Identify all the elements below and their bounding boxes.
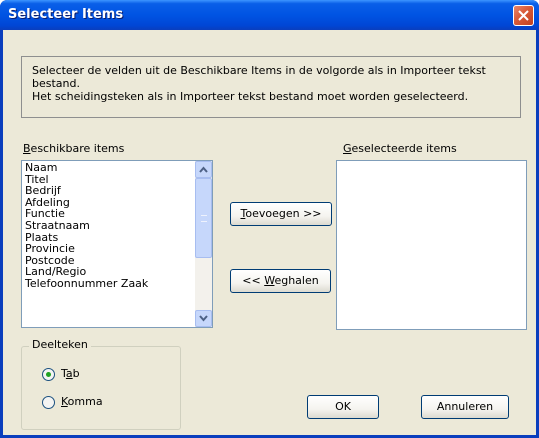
add-button[interactable]: Toevoegen >>: [230, 202, 332, 226]
dialog-window: Selecteer Items Selecteer de velden uit …: [0, 0, 539, 438]
title-bar[interactable]: Selecteer Items: [0, 0, 539, 30]
separator-group-title: Deelteken: [29, 338, 91, 351]
separator-groupbox: [21, 346, 181, 430]
scroll-up-button[interactable]: [195, 161, 212, 178]
selected-items-label: Geselecteerde items: [343, 142, 457, 155]
list-item[interactable]: Naam: [22, 162, 192, 174]
scroll-thumb-grip-icon: [201, 215, 207, 222]
list-item[interactable]: Provincie: [22, 243, 192, 255]
close-icon: [518, 10, 529, 21]
tab-radio[interactable]: [42, 368, 55, 381]
cancel-button[interactable]: Annuleren: [421, 395, 509, 419]
remove-button[interactable]: << Weghalen: [230, 269, 331, 293]
list-item[interactable]: Straatnaam: [22, 220, 192, 232]
window-title: Selecteer Items: [8, 7, 124, 22]
comma-radio-label[interactable]: Komma: [61, 395, 103, 408]
info-text-line2: Het scheidingsteken als in Importeer tek…: [32, 90, 469, 103]
scroll-down-button[interactable]: [195, 310, 212, 327]
scroll-thumb[interactable]: [195, 178, 212, 258]
comma-radio[interactable]: [42, 396, 55, 409]
tab-radio-label[interactable]: Tab: [61, 367, 80, 380]
available-items-label: Beschikbare items: [23, 142, 125, 155]
dialog-body: Selecteer de velden uit de Beschikbare I…: [3, 30, 536, 435]
info-panel: Selecteer de velden uit de Beschikbare I…: [21, 56, 521, 118]
selected-items-list[interactable]: [336, 160, 527, 330]
list-item[interactable]: Telefoonnummer Zaak: [22, 278, 192, 290]
close-button[interactable]: [513, 5, 534, 26]
scroll-down-arrow-icon: [199, 315, 208, 322]
info-text-line1: Selecteer de velden uit de Beschikbare I…: [32, 64, 486, 90]
available-items-list[interactable]: Naam Titel Bedrijf Afdeling Functie Straatnaa…: [21, 160, 213, 328]
radio-selected-dot: [46, 372, 51, 377]
scroll-up-arrow-icon: [199, 166, 208, 173]
ok-button[interactable]: OK: [307, 395, 379, 419]
available-list-scrollbar[interactable]: [195, 161, 212, 327]
